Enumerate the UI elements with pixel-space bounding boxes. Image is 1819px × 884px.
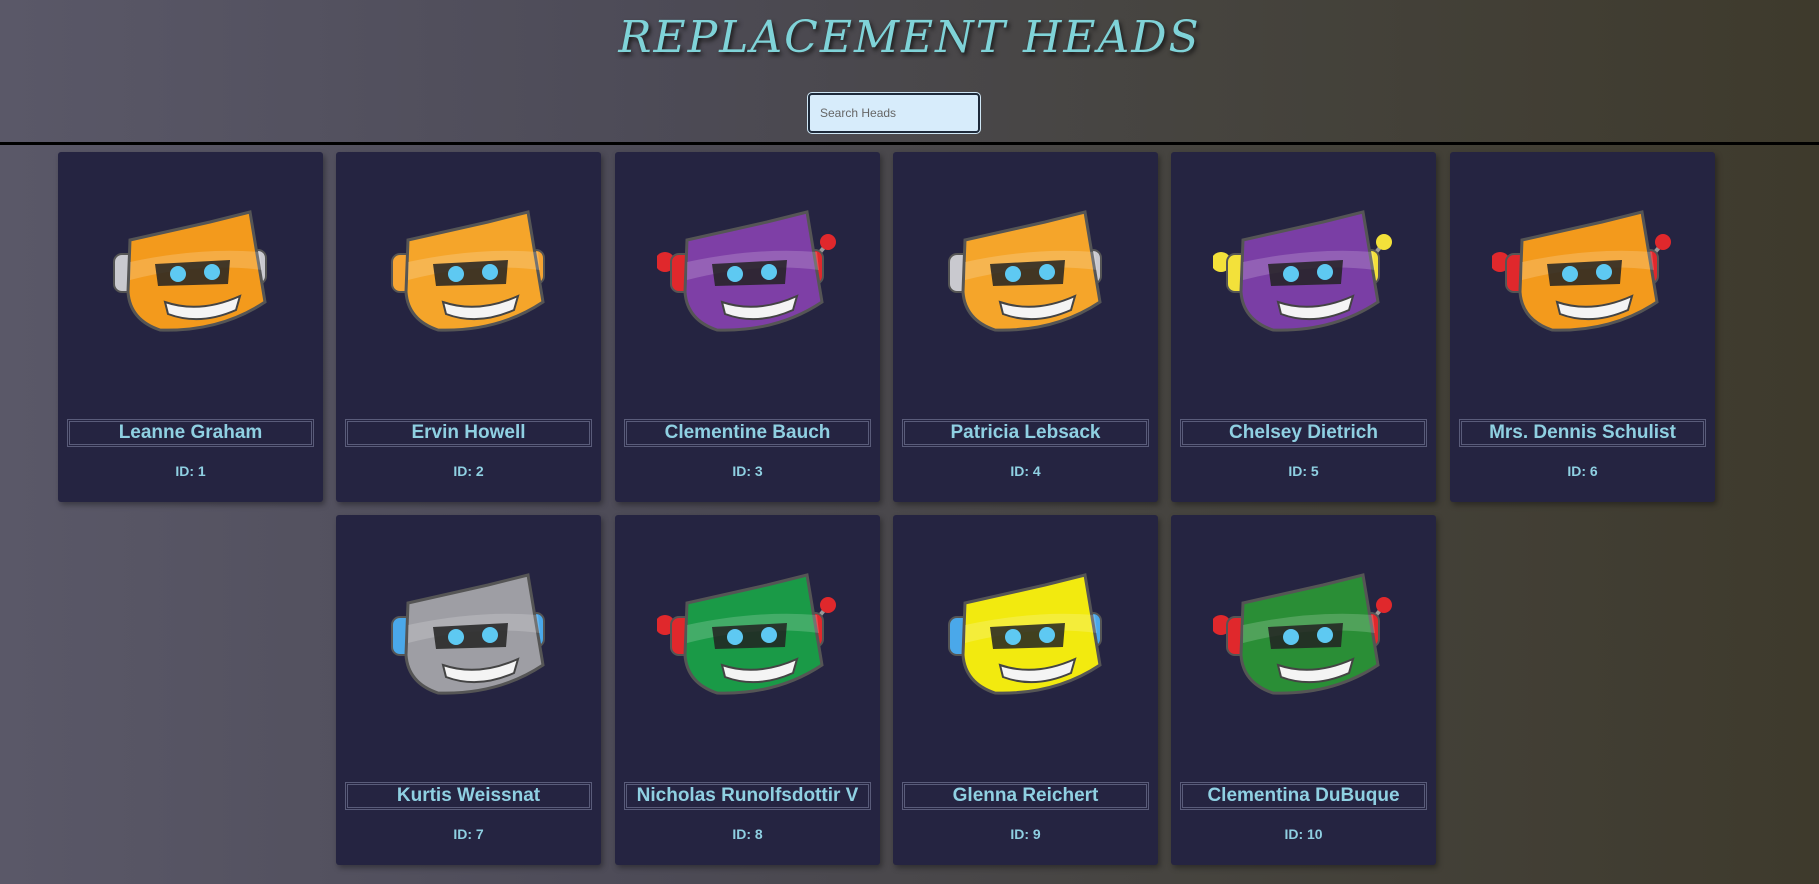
robot-name: Glenna Reichert	[902, 782, 1149, 810]
robot-id: ID: 4	[1010, 463, 1041, 479]
robot-name: Clementine Bauch	[624, 419, 871, 447]
robot-card[interactable]: Nicholas Runolfsdottir V ID: 8	[615, 515, 880, 865]
robot-id: ID: 9	[1010, 826, 1041, 842]
robot-card[interactable]: Patricia Lebsack ID: 4	[893, 152, 1158, 502]
robot-card[interactable]: Kurtis Weissnat ID: 7	[336, 515, 601, 865]
robot-id: ID: 8	[732, 826, 763, 842]
robot-id: ID: 1	[175, 463, 206, 479]
robot-name: Nicholas Runolfsdottir V	[624, 782, 871, 810]
header: REPLACEMENT HEADS	[0, 0, 1819, 145]
robot-card[interactable]: Chelsey Dietrich ID: 5	[1171, 152, 1436, 502]
robot-id: ID: 7	[453, 826, 484, 842]
robot-card[interactable]: Glenna Reichert ID: 9	[893, 515, 1158, 865]
robot-card[interactable]: Ervin Howell ID: 2	[336, 152, 601, 502]
robot-id: ID: 6	[1567, 463, 1598, 479]
robot-card[interactable]: Mrs. Dennis Schulist ID: 6	[1450, 152, 1715, 502]
robot-card[interactable]: Leanne Graham ID: 1	[58, 152, 323, 502]
robot-name: Ervin Howell	[345, 419, 592, 447]
search-input[interactable]	[808, 93, 980, 133]
robot-id: ID: 3	[732, 463, 763, 479]
robot-name: Leanne Graham	[67, 419, 314, 447]
robot-card[interactable]: Clementine Bauch ID: 3	[615, 152, 880, 502]
robot-name: Patricia Lebsack	[902, 419, 1149, 447]
page-title: REPLACEMENT HEADS	[618, 12, 1201, 63]
robot-id: ID: 5	[1288, 463, 1319, 479]
robot-name: Clementina DuBuque	[1180, 782, 1427, 810]
robot-name: Chelsey Dietrich	[1180, 419, 1427, 447]
robot-name: Mrs. Dennis Schulist	[1459, 419, 1706, 447]
robot-id: ID: 2	[453, 463, 484, 479]
robot-id: ID: 10	[1284, 826, 1323, 842]
robot-card[interactable]: Clementina DuBuque ID: 10	[1171, 515, 1436, 865]
robot-name: Kurtis Weissnat	[345, 782, 592, 810]
